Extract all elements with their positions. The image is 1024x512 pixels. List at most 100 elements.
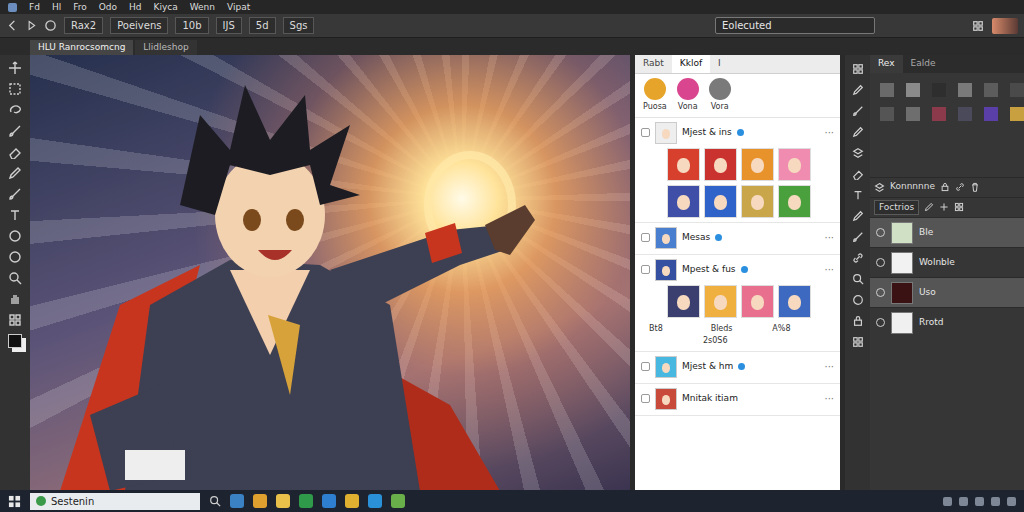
color-swatch[interactable] bbox=[906, 107, 920, 121]
post-author[interactable]: Mesas bbox=[682, 231, 710, 245]
bookmark-icon[interactable] bbox=[641, 233, 650, 242]
post-avatar[interactable] bbox=[655, 259, 677, 281]
avatar-image[interactable] bbox=[741, 148, 774, 181]
ellipse-icon[interactable] bbox=[44, 19, 57, 32]
bookmark-icon[interactable] bbox=[641, 362, 650, 371]
layer-row[interactable]: Ble bbox=[870, 217, 1024, 247]
option-field[interactable]: 5d bbox=[249, 17, 276, 34]
move-icon[interactable] bbox=[8, 61, 22, 75]
workspace-icon[interactable] bbox=[972, 20, 984, 32]
tray-icon[interactable] bbox=[943, 497, 952, 506]
grid-icon[interactable] bbox=[8, 313, 22, 327]
avatar-image[interactable] bbox=[741, 285, 774, 318]
post-menu-button[interactable]: ··· bbox=[824, 262, 834, 277]
filter-label[interactable]: Vora bbox=[711, 101, 729, 113]
pen-icon[interactable] bbox=[8, 166, 22, 180]
filter-icon[interactable] bbox=[709, 78, 731, 100]
post-menu-button[interactable]: ··· bbox=[824, 230, 834, 245]
option-field[interactable]: 10b bbox=[175, 17, 208, 34]
play-icon[interactable] bbox=[26, 20, 37, 31]
lock-icon[interactable] bbox=[852, 315, 864, 327]
layer-name[interactable]: Uso bbox=[919, 286, 936, 300]
tray-icon[interactable] bbox=[975, 497, 984, 506]
feed-filter[interactable]: Puosa bbox=[643, 78, 667, 113]
post-avatar[interactable] bbox=[655, 388, 677, 410]
avatar-image[interactable] bbox=[778, 148, 811, 181]
link-icon[interactable] bbox=[852, 252, 864, 264]
post-menu-button[interactable]: ··· bbox=[824, 359, 834, 374]
bookmark-icon[interactable] bbox=[641, 394, 650, 403]
profile-icon[interactable] bbox=[992, 18, 1018, 34]
taskbar-app-icon[interactable] bbox=[230, 494, 244, 508]
menu-item[interactable]: Hl bbox=[52, 3, 61, 12]
filter-icon[interactable] bbox=[677, 78, 699, 100]
feed-filter[interactable]: Vona bbox=[677, 78, 699, 113]
taskbar-app-icon[interactable] bbox=[276, 494, 290, 508]
layer-row[interactable]: Rrotd bbox=[870, 307, 1024, 337]
menu-item[interactable]: Odo bbox=[99, 3, 117, 12]
post-author[interactable]: Mpest & fus bbox=[682, 263, 736, 277]
post-avatar[interactable] bbox=[655, 356, 677, 378]
lasso-icon[interactable] bbox=[8, 103, 22, 117]
circle-icon[interactable] bbox=[852, 294, 864, 306]
avatar-image[interactable] bbox=[667, 185, 700, 218]
color-swatch[interactable] bbox=[958, 107, 972, 121]
color-swatch[interactable] bbox=[1010, 83, 1024, 97]
pen-icon[interactable] bbox=[852, 84, 864, 96]
visibility-eye-icon[interactable] bbox=[876, 318, 885, 327]
color-swatch[interactable] bbox=[932, 83, 946, 97]
color-swatch[interactable] bbox=[880, 83, 894, 97]
avatar-image[interactable] bbox=[667, 148, 700, 181]
grid-icon[interactable] bbox=[852, 63, 864, 75]
lock-icon[interactable] bbox=[940, 182, 950, 192]
layers-icon[interactable] bbox=[852, 147, 864, 159]
link-icon[interactable] bbox=[955, 182, 965, 192]
grid-icon[interactable] bbox=[954, 202, 964, 212]
layer-name[interactable]: Wolnble bbox=[919, 256, 955, 270]
text-icon[interactable] bbox=[852, 189, 864, 201]
brush-icon[interactable] bbox=[8, 187, 22, 201]
app-logo-icon[interactable] bbox=[8, 3, 17, 12]
visibility-eye-icon[interactable] bbox=[876, 288, 885, 297]
text-icon[interactable] bbox=[8, 208, 22, 222]
panel-tab[interactable]: Ealde bbox=[903, 55, 944, 73]
feed-post[interactable]: Mesas ··· bbox=[635, 223, 840, 255]
option-field[interactable]: IJS bbox=[216, 17, 242, 34]
avatar-image[interactable] bbox=[741, 185, 774, 218]
filter-icon[interactable] bbox=[644, 78, 666, 100]
bookmark-icon[interactable] bbox=[641, 265, 650, 274]
taskbar-search[interactable]: Sestenin bbox=[30, 493, 200, 510]
layers-icon[interactable] bbox=[874, 182, 885, 193]
document-tab[interactable]: HLU Ranrocsomcng bbox=[30, 40, 133, 55]
pen-icon[interactable] bbox=[852, 126, 864, 138]
brush-icon[interactable] bbox=[852, 231, 864, 243]
brush-icon[interactable] bbox=[8, 124, 22, 138]
option-field[interactable]: Poeivens bbox=[110, 17, 168, 34]
color-swatch[interactable] bbox=[932, 107, 946, 121]
color-swatch[interactable] bbox=[880, 107, 894, 121]
menu-item[interactable]: Fro bbox=[73, 3, 87, 12]
color-swatch[interactable] bbox=[906, 83, 920, 97]
trash-icon[interactable] bbox=[970, 182, 980, 192]
tray-icon[interactable] bbox=[959, 497, 968, 506]
taskbar-app-icon[interactable] bbox=[322, 494, 336, 508]
tray-icon[interactable] bbox=[991, 497, 1000, 506]
taskbar-app-icon[interactable] bbox=[391, 494, 405, 508]
taskbar-app-icon[interactable] bbox=[345, 494, 359, 508]
add-icon[interactable] bbox=[939, 202, 949, 212]
eraser-icon[interactable] bbox=[8, 145, 22, 159]
feed-tab[interactable]: I bbox=[710, 55, 729, 73]
feed-post[interactable]: Mnitak itiam··· bbox=[635, 384, 840, 416]
eraser-icon[interactable] bbox=[852, 168, 864, 180]
layer-row[interactable]: Uso bbox=[870, 277, 1024, 307]
search-icon[interactable] bbox=[209, 495, 221, 507]
zoom-icon[interactable] bbox=[852, 273, 864, 285]
feed-tab[interactable]: Kklof bbox=[672, 55, 710, 73]
post-avatar[interactable] bbox=[655, 122, 677, 144]
post-menu-button[interactable]: ··· bbox=[824, 125, 834, 140]
post-author[interactable]: Mjest & ins bbox=[682, 126, 732, 140]
option-field[interactable]: Sgs bbox=[283, 17, 315, 34]
circle-icon[interactable] bbox=[8, 250, 22, 264]
bookmark-icon[interactable] bbox=[641, 128, 650, 137]
taskbar-app-icon[interactable] bbox=[299, 494, 313, 508]
